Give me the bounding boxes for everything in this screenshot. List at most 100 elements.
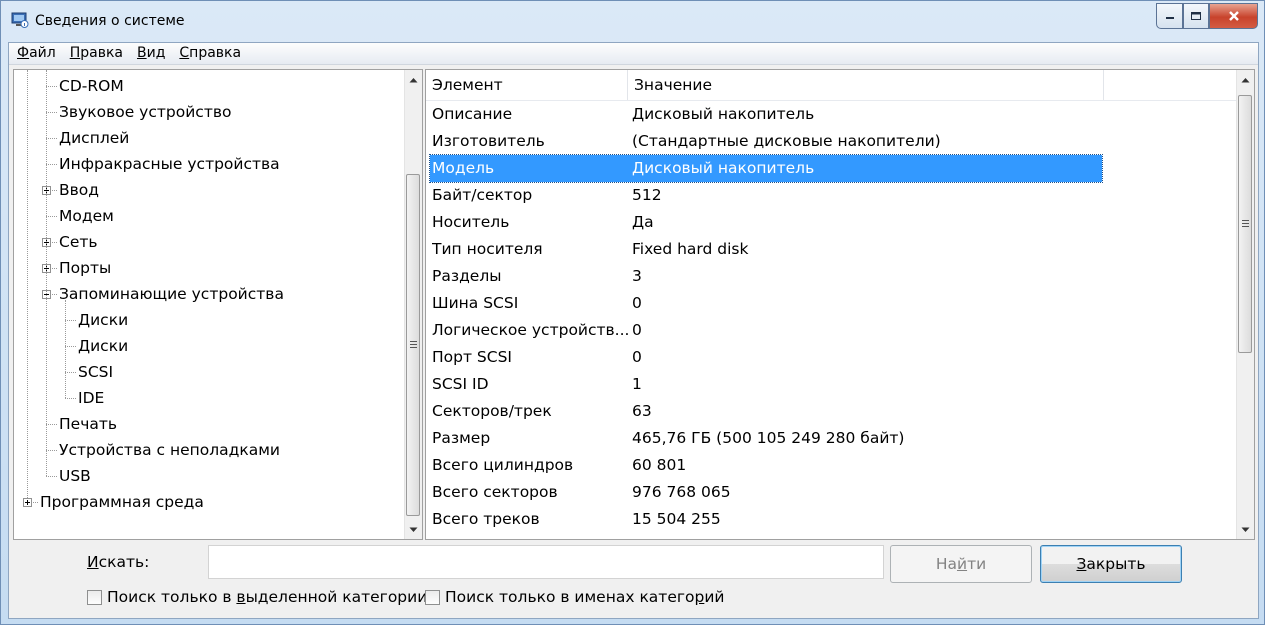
tree-connector (27, 70, 28, 498)
arrow-down-icon (409, 527, 418, 532)
tree-item[interactable]: Инфракрасные устройства (59, 154, 280, 174)
tree-connector (46, 424, 57, 425)
search-category-names-checkbox[interactable] (425, 590, 440, 605)
tree-item[interactable]: Диски (78, 336, 128, 356)
tree-item[interactable]: Запоминающие устройства (59, 284, 284, 304)
row-value: 465,76 ГБ (500 105 249 280 байт) (632, 429, 905, 447)
tree-scroll-thumb[interactable] (406, 174, 420, 516)
maximize-icon (1191, 12, 1201, 20)
category-tree[interactable]: CD-ROM Звуковое устройство Дисплей Инфракра… (13, 69, 423, 540)
row-value: 3 (632, 267, 642, 285)
row-element: SCSI ID (432, 375, 489, 393)
tree-connector (46, 138, 57, 139)
row-value: Дисковый накопитель (632, 159, 815, 177)
table-row[interactable]: Модель Дисковый накопитель (429, 154, 1103, 183)
tree-item[interactable]: CD-ROM (59, 76, 124, 96)
minimize-button[interactable] (1156, 3, 1183, 29)
row-element: Логическое устройств... (432, 321, 628, 339)
table-row[interactable]: Разделы 3 (430, 263, 1102, 290)
tree-item[interactable]: USB (59, 466, 91, 486)
title-bar[interactable]: Сведения о системе (1, 1, 1264, 41)
row-value: 63 (632, 402, 652, 420)
arrow-down-icon (1241, 527, 1250, 532)
row-element: Изготовитель (432, 132, 545, 150)
tree-connector (65, 398, 76, 399)
row-element: Носитель (432, 213, 510, 231)
row-value: 512 (632, 186, 662, 204)
arrow-up-icon (1241, 77, 1250, 82)
tree-connector (46, 86, 57, 87)
tree-scrollbar[interactable] (404, 70, 422, 539)
search-category-names-label[interactable]: Поиск только в именах категорий (445, 588, 725, 606)
table-row[interactable]: Всего треков 15 504 255 (430, 506, 1102, 533)
tree-item[interactable]: Порты (59, 258, 111, 278)
menu-help[interactable]: Справка (172, 43, 248, 64)
maximize-button[interactable] (1183, 3, 1209, 29)
row-element: Тип носителя (432, 240, 543, 258)
menu-view[interactable]: Вид (130, 43, 172, 64)
column-header-value[interactable]: Значение (628, 70, 1104, 100)
details-scroll-up-button[interactable] (1237, 71, 1254, 88)
tree-item[interactable]: Программная среда (40, 492, 204, 512)
table-row[interactable]: Байт/сектор 512 (430, 182, 1102, 209)
column-header-element[interactable]: Элемент (426, 70, 628, 100)
details-list[interactable]: Элемент Значение Описание Дисковый накопи… (425, 69, 1255, 540)
expand-icon[interactable] (23, 498, 32, 507)
tree-item[interactable]: Сеть (59, 232, 98, 252)
close-button[interactable]: Закрыть (1040, 545, 1182, 583)
window-title: Сведения о системе (35, 13, 185, 29)
table-row[interactable]: Носитель Да (430, 209, 1102, 236)
row-element: Всего треков (432, 510, 540, 528)
tree-item[interactable]: Модем (59, 206, 114, 226)
table-row[interactable]: Всего цилиндров 60 801 (430, 452, 1102, 479)
row-value: 60 801 (632, 456, 687, 474)
table-row[interactable]: SCSI ID 1 (430, 371, 1102, 398)
tree-connector (46, 476, 57, 477)
search-input[interactable] (208, 545, 884, 579)
system-info-window: Сведения о системе Файл Правка Вид Справ… (0, 0, 1265, 625)
table-row[interactable]: Всего секторов 976 768 065 (430, 479, 1102, 506)
find-button[interactable]: На й ти (890, 545, 1032, 583)
table-row[interactable]: Тип носителя Fixed hard disk (430, 236, 1102, 263)
row-value: 0 (632, 294, 642, 312)
client-area: Файл Правка Вид Справка CD-ROM Звуковое у… (8, 42, 1259, 619)
search-selected-category-label[interactable]: Поиск только в выделенной категории (107, 588, 427, 606)
tree-item[interactable]: Печать (59, 414, 117, 434)
tree-scroll-up-button[interactable] (405, 71, 422, 88)
table-row[interactable]: Размер 465,76 ГБ (500 105 249 280 байт) (430, 425, 1102, 452)
tree-scroll-down-button[interactable] (405, 521, 422, 538)
row-element: Всего секторов (432, 483, 558, 501)
search-selected-category-checkbox[interactable] (87, 590, 102, 605)
close-window-button[interactable] (1209, 3, 1258, 29)
menu-file[interactable]: Файл (9, 43, 63, 64)
row-value: (Стандартные дисковые накопители) (632, 132, 941, 150)
details-scroll-down-button[interactable] (1237, 521, 1254, 538)
tree-item[interactable]: Звуковое устройство (59, 102, 231, 122)
tree-connector (46, 450, 57, 451)
tree-item[interactable]: Дисплей (59, 128, 129, 148)
tree-connector (46, 164, 57, 165)
tree-item[interactable]: Устройства с неполадками (59, 440, 280, 460)
table-row[interactable]: Изготовитель (Стандартные дисковые накопи… (430, 128, 1102, 155)
tree-connector (46, 216, 57, 217)
table-row[interactable]: Описание Дисковый накопитель (430, 101, 1102, 128)
row-value: Fixed hard disk (632, 240, 749, 258)
tree-item[interactable]: IDE (78, 388, 104, 408)
row-value: 15 504 255 (632, 510, 721, 528)
row-value: Да (632, 213, 654, 231)
tree-item[interactable]: Ввод (59, 180, 99, 200)
tree-connector (46, 112, 57, 113)
details-scrollbar[interactable] (1236, 70, 1254, 539)
table-row[interactable]: Логическое устройств... 0 (430, 317, 1102, 344)
table-row[interactable]: Шина SCSI 0 (430, 290, 1102, 317)
menu-edit[interactable]: Правка (63, 43, 130, 64)
tree-connector (46, 70, 47, 476)
tree-item[interactable]: Диски (78, 310, 128, 330)
row-element: Всего цилиндров (432, 456, 574, 474)
tree-connector (65, 320, 76, 321)
details-scroll-thumb[interactable] (1238, 95, 1252, 353)
tree-item[interactable]: SCSI (78, 362, 113, 382)
table-row[interactable]: Порт SCSI 0 (430, 344, 1102, 371)
table-row[interactable]: Секторов/трек 63 (430, 398, 1102, 425)
caption-buttons (1156, 3, 1258, 29)
